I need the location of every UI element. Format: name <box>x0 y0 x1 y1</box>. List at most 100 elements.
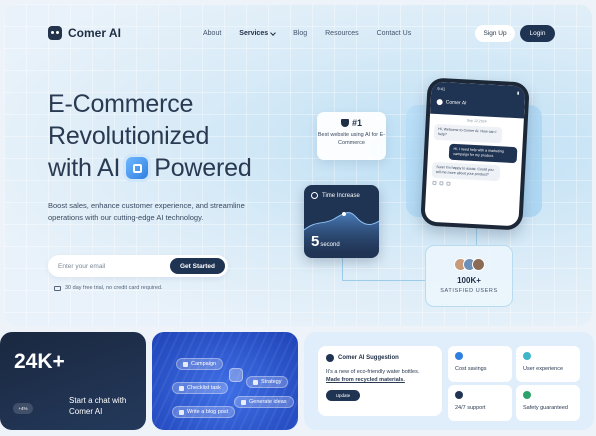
nav-item-services-label: Services <box>239 30 269 37</box>
headline-line-1: E-Commerce <box>48 90 194 118</box>
feature-label: 24/7 support <box>455 405 486 411</box>
thumbs-up-icon[interactable] <box>439 181 444 186</box>
stat-chip: +4% <box>13 403 33 414</box>
time-card-title-text: Time Increase <box>322 192 360 199</box>
time-number: 5 <box>311 233 320 250</box>
time-card-title: Time Increase <box>311 192 360 199</box>
ai-chip-icon <box>126 157 149 179</box>
grid-icon <box>229 368 243 382</box>
tag-generate-ideas[interactable]: Generate ideas <box>234 396 294 408</box>
connector-line <box>476 226 477 246</box>
time-unit: second <box>320 242 340 248</box>
nav-item-resources[interactable]: Resources <box>325 30 358 37</box>
rank-text: Best website using AI for E-Commerce <box>317 132 386 146</box>
update-button[interactable]: Update <box>326 390 360 401</box>
time-increase-card: Time Increase 5 second <box>304 185 379 258</box>
credit-card-icon <box>54 285 61 291</box>
users-card: 100K+ SATISFIED USERS <box>425 245 513 307</box>
hero-section: Comer AI About Services Blog Resources C… <box>4 4 592 326</box>
strategy-icon <box>253 379 258 385</box>
tag-checklist[interactable]: Checklist task <box>172 382 228 394</box>
nav-item-blog[interactable]: Blog <box>293 30 307 37</box>
rank-value: #1 <box>351 118 362 128</box>
trial-note-text: 30 day free trial, no credit card requir… <box>65 285 163 291</box>
stat-text-line-2: Comer AI <box>69 407 103 416</box>
rank-title: #1 <box>317 118 386 128</box>
headline-line-3-post: Powered <box>154 154 252 182</box>
tags-card: Campaign Checklist task Strategy Generat… <box>152 332 298 430</box>
headset-icon <box>455 391 463 399</box>
trial-note: 30 day free trial, no credit card requir… <box>54 285 163 291</box>
users-label: SATISFIED USERS <box>440 288 498 294</box>
tag-label: Checklist task <box>187 385 221 391</box>
chat-message: Sure! I'm happy to assist. Could you tel… <box>431 161 501 182</box>
suggestion-body: It's a new of eco-friendly water bottles… <box>326 369 420 375</box>
brand-name: Comer AI <box>68 26 121 40</box>
copy-icon[interactable] <box>432 180 437 186</box>
login-button[interactable]: Login <box>520 25 555 42</box>
trophy-icon <box>340 119 349 127</box>
connector-line <box>342 256 343 280</box>
checklist-icon <box>179 385 184 391</box>
phone-status-bar: 9:41 ▮ <box>437 86 519 95</box>
chat-message: Hi, I need help with a marketing campaig… <box>448 143 518 164</box>
phone-title-text: Comer AI <box>445 99 467 107</box>
headline-line-2: Revolutionized <box>48 122 210 150</box>
sparkle-icon <box>523 352 531 360</box>
nav-item-about[interactable]: About <box>203 30 221 37</box>
tag-label: Write a blog post <box>187 409 229 415</box>
nav-item-services[interactable]: Services <box>239 29 276 37</box>
bot-avatar-icon <box>326 354 334 362</box>
robot-logo-icon <box>48 26 62 40</box>
avatar-group <box>426 258 512 271</box>
phone-title: Comer AI <box>436 98 519 109</box>
suggestion-card: Comer AI Suggestion It's a new of eco-fr… <box>318 346 442 416</box>
clock-icon <box>311 192 318 199</box>
phone-mockup: 9:41 ▮ Comer AI Sep 12,2024 Hi, Welcome … <box>420 77 530 231</box>
tag-blog-post[interactable]: Write a blog post <box>172 406 236 418</box>
tag-label: Campaign <box>191 361 217 367</box>
headline-line-3-pre: with AI <box>48 154 121 182</box>
suggestion-highlight: Made from recycled materials. <box>326 377 405 383</box>
feature-user-experience: User experience <box>516 346 580 382</box>
avatar <box>471 258 485 271</box>
get-started-button[interactable]: Get Started <box>170 258 225 274</box>
hero-headline: E-Commerce Revolutionized with AI Powere… <box>48 88 252 184</box>
thumbs-down-icon[interactable] <box>446 181 451 186</box>
shield-icon <box>523 391 531 399</box>
hero-subtitle: Boost sales, enhance customer experience… <box>48 201 245 222</box>
stat-value: 24K+ <box>14 350 65 373</box>
tag-label: Generate ideas <box>249 399 287 405</box>
tag-strategy[interactable]: Strategy <box>246 376 289 388</box>
signup-button[interactable]: Sign Up <box>475 25 515 42</box>
nav-item-contact[interactable]: Contact Us <box>377 30 412 37</box>
email-form: Get Started <box>48 255 228 277</box>
rank-card: #1 Best website using AI for E-Commerce <box>317 112 386 160</box>
stat-card[interactable]: 24K+ +4% Start a chat with Comer AI <box>0 332 146 430</box>
connector-line <box>342 280 425 281</box>
phone-time: 9:41 <box>437 85 446 92</box>
megaphone-icon <box>183 361 188 367</box>
message-actions <box>432 180 520 190</box>
chevron-down-icon <box>270 29 276 36</box>
email-input[interactable] <box>58 259 168 273</box>
suggestion-text: It's a new of eco-friendly water bottles… <box>326 368 434 384</box>
stat-text: Start a chat with Comer AI <box>69 395 126 417</box>
phone-header: 9:41 ▮ Comer AI <box>430 81 526 119</box>
tag-campaign[interactable]: Campaign <box>176 358 224 370</box>
feature-label: User experience <box>523 366 564 372</box>
logo[interactable]: Comer AI <box>48 26 121 40</box>
feature-label: Safety guaranteed <box>523 405 568 411</box>
pen-icon <box>179 409 184 415</box>
time-value: 5 second <box>311 233 340 250</box>
tag-label: Strategy <box>261 379 282 385</box>
stat-text-line-1: Start a chat with <box>69 396 127 405</box>
chat-message: Hi, Welcome to Comer AI. How can I help? <box>433 123 503 144</box>
dollar-icon <box>455 352 463 360</box>
feature-cost-savings: Cost savings <box>448 346 512 382</box>
battery-icon: ▮ <box>516 90 520 96</box>
feature-support: 24/7 support <box>448 385 512 421</box>
users-count: 100K+ <box>457 276 481 285</box>
main-nav: About Services Blog Resources Contact Us <box>203 29 412 37</box>
lightbulb-icon <box>241 399 246 405</box>
